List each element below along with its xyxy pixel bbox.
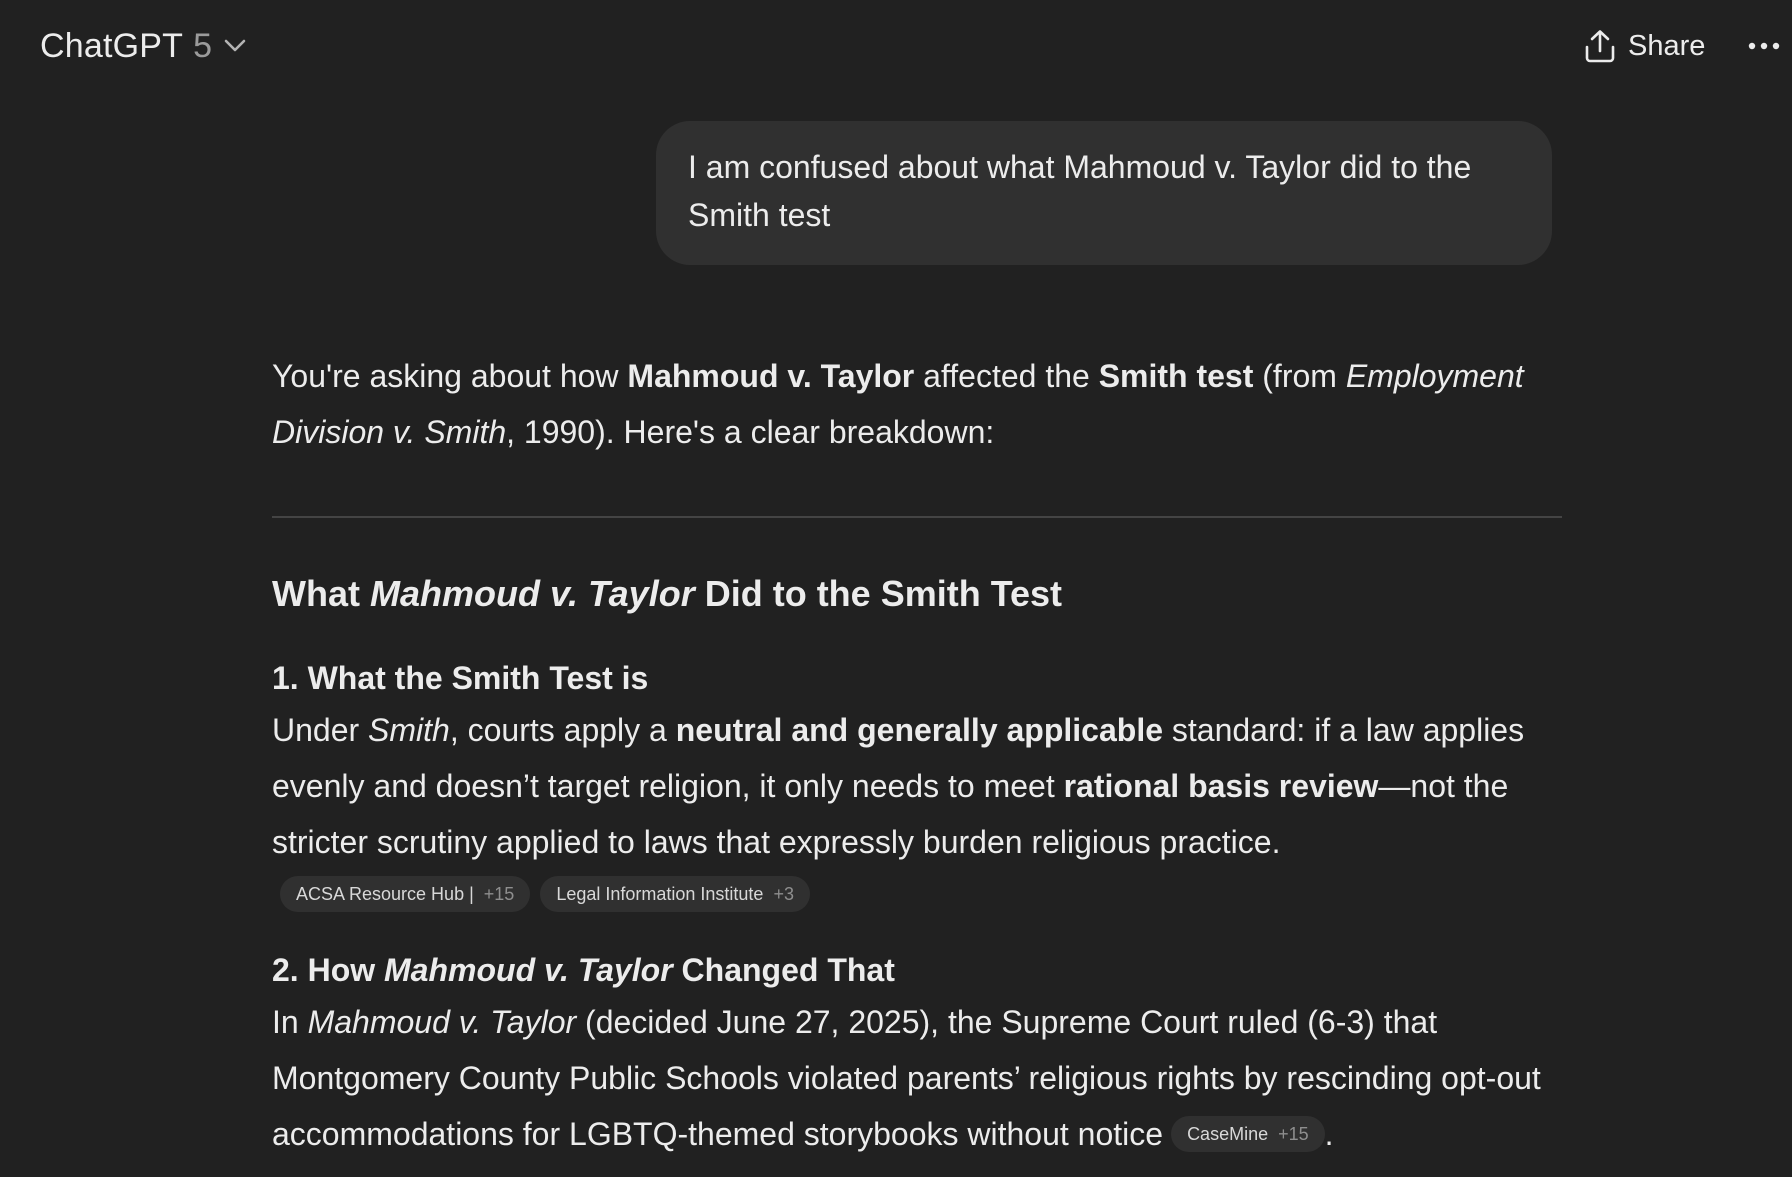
source-chip-lii[interactable]: Legal Information Institute +3 [540,876,810,912]
paragraph-italic: Mahmoud v. Taylor [307,1004,577,1040]
chip-label: CaseMine [1187,1123,1269,1144]
subheading-smith-test: 1. What the Smith Test is [272,660,649,696]
paragraph-text: In [272,1004,308,1040]
paragraph-bold: rational basis review [1063,768,1379,804]
paragraph-text: . [1324,1116,1334,1152]
model-selector-button[interactable]: ChatGPT 5 [28,18,260,74]
share-label: Share [1628,29,1706,62]
intro-text: You're asking about how [272,358,628,394]
chat-window: ChatGPT 5 Share I am confused about what… [0,0,1792,1177]
user-message-text: I am confused about what Mahmoud v. Tayl… [688,149,1472,233]
top-bar: ChatGPT 5 Share [0,0,1792,92]
chip-count: +15 [483,883,515,904]
section-heading: What Mahmoud v. Taylor Did to the Smith … [272,570,1562,618]
assistant-intro: You're asking about how Mahmoud v. Taylo… [272,348,1562,460]
subheading-text: Changed That [672,952,895,988]
subheading-mahmoud-change: 2. How Mahmoud v. Taylor Changed That [272,948,1562,992]
intro-test-name: Smith test [1098,358,1254,394]
model-version: 5 [193,26,213,65]
heading-text: Did to the Smith Test [694,573,1063,614]
paragraph-italic: Smith [368,712,450,748]
smith-test-paragraph: Under Smith, courts apply a neutral and … [272,702,1562,870]
intro-text: , 1990). Here's a clear breakdown: [506,414,995,450]
chip-count: +15 [1278,1123,1309,1144]
model-name: ChatGPT [40,26,184,65]
paragraph-text: , courts apply a [449,712,676,748]
intro-text: affected the [914,358,1099,394]
intro-text: (from [1253,358,1346,394]
assistant-message: You're asking about how Mahmoud v. Taylo… [272,348,1562,1162]
chip-label: ACSA Resource Hub | [296,883,474,904]
more-horizontal-icon [1748,42,1780,50]
mahmoud-paragraph: In Mahmoud v. Taylor (decided June 27, 2… [272,994,1562,1162]
subheading-case-name: Mahmoud v. Taylor [384,952,673,988]
paragraph-bold: neutral and generally applicable [675,712,1163,748]
heading-case-name: Mahmoud v. Taylor [369,573,695,614]
user-message-bubble: I am confused about what Mahmoud v. Tayl… [656,121,1552,265]
chevron-down-icon [222,33,248,59]
source-chip-casemine[interactable]: CaseMine +15 [1171,1115,1325,1152]
share-button[interactable]: Share [1572,20,1717,72]
subheading-text: 2. How [272,952,385,988]
share-upload-icon [1584,29,1616,63]
divider [272,516,1562,518]
chip-count: +3 [773,883,794,904]
source-chips: ACSA Resource Hub | +15 Legal Informatio… [280,876,1562,912]
more-options-button[interactable] [1740,22,1788,70]
intro-case-name: Mahmoud v. Taylor [627,358,915,394]
source-chip-acsa[interactable]: ACSA Resource Hub | +15 [280,876,531,912]
chip-label: Legal Information Institute [556,883,764,904]
paragraph-text: Under [272,712,369,748]
heading-text: What [272,573,370,614]
